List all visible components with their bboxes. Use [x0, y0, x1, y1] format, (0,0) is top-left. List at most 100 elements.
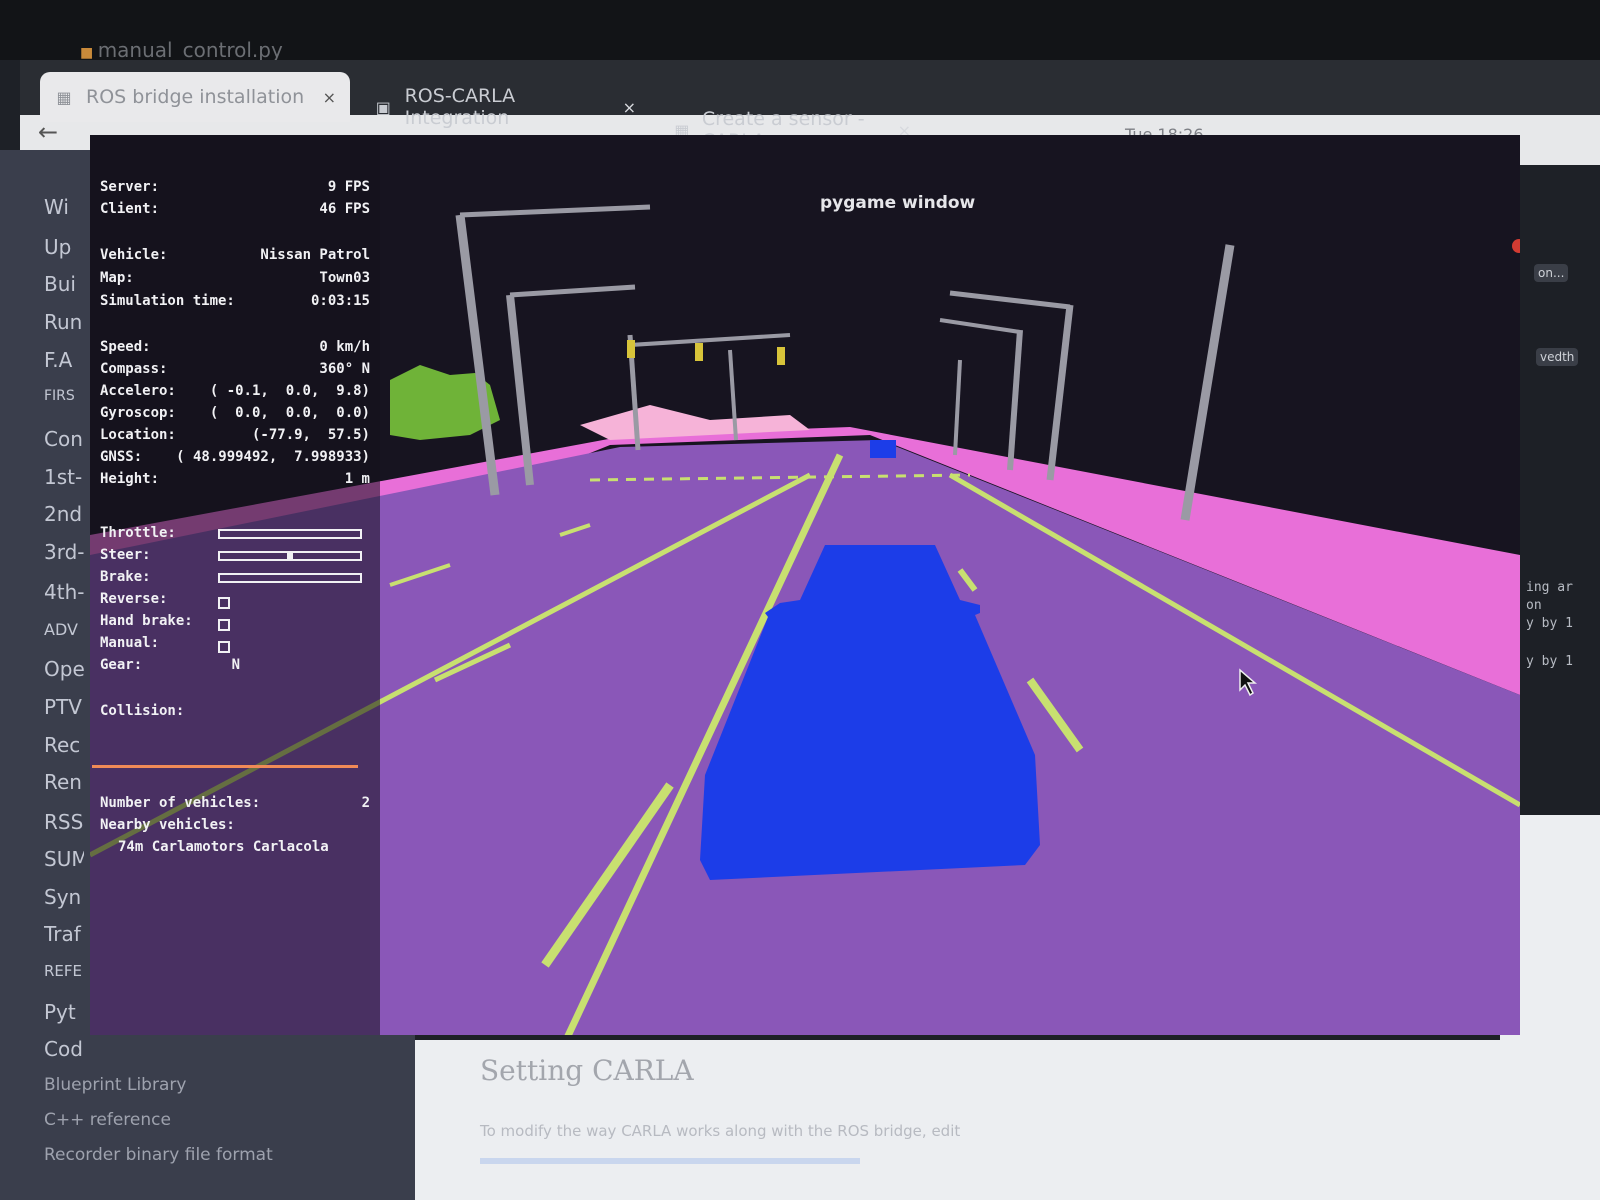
hud-gnss: GNSS: ( 48.999492, 7.998933): [100, 449, 370, 465]
hud-label: Compass:: [100, 361, 168, 377]
hud-label: Gyroscop:: [100, 405, 176, 421]
hud-label: Map:: [100, 270, 134, 286]
far-vehicle: [870, 440, 896, 458]
page-icon: ▦: [56, 87, 72, 107]
sidebar-item[interactable]: Run: [44, 310, 84, 334]
sidebar-item[interactable]: Syn: [44, 885, 84, 909]
terminal-tab[interactable]: vedth: [1536, 348, 1579, 366]
sidebar-item[interactable]: 3rd-: [44, 540, 84, 564]
hud-value: ( -0.1, 0.0, 9.8): [209, 383, 370, 399]
terminal-tab[interactable]: on...: [1534, 264, 1569, 282]
hud-value: Nissan Patrol: [260, 247, 370, 263]
hud-server: Server: 9 FPS: [100, 179, 370, 195]
hud-label: Number of vehicles:: [100, 795, 261, 811]
terminal-line: ing ar: [1526, 580, 1573, 595]
hud-value: 9 FPS: [327, 179, 370, 195]
sidebar-item[interactable]: REFE: [44, 962, 84, 980]
sidebar-item[interactable]: 4th-: [44, 580, 84, 604]
sidebar-item[interactable]: 1st-: [44, 465, 84, 489]
brake-bar: [218, 573, 362, 583]
hud-label: Manual:: [100, 635, 160, 651]
close-tab-icon[interactable]: ×: [623, 98, 636, 117]
hud-value: 1 m: [344, 471, 370, 487]
close-tab-icon[interactable]: ×: [323, 88, 336, 107]
hud-vehicle: Vehicle: Nissan Patrol: [100, 247, 370, 263]
hud-nearby-vehicle-item: 74m Carlamotors Carlacola: [100, 839, 388, 855]
close-window-icon[interactable]: [1512, 239, 1520, 253]
sidebar-item[interactable]: FIRS: [44, 388, 84, 404]
hud-height: Height: 1 m: [100, 471, 370, 487]
sidebar-item[interactable]: Con: [44, 427, 84, 451]
hud-label: Client:: [100, 201, 160, 217]
hud-value: 360° N: [319, 361, 370, 377]
hud-panel: Server: 9 FPS Client: 46 FPS Vehicle: Ni…: [90, 135, 380, 1035]
sidebar-item[interactable]: Rec: [44, 733, 84, 757]
sidebar-item[interactable]: ADV: [44, 620, 84, 639]
hud-value: N: [231, 657, 240, 673]
hud-label: GNSS:: [100, 449, 143, 465]
back-arrow-icon[interactable]: ←: [38, 118, 58, 146]
hud-label: Hand brake:: [100, 613, 193, 629]
hud-label: Steer:: [100, 547, 151, 563]
terminal-line: y by 1: [1526, 654, 1573, 669]
sidebar-item[interactable]: Ope: [44, 657, 84, 681]
terminal-panel: on... vedth ing ar on y by 1 y by 1: [1520, 240, 1600, 820]
hud-gyroscope: Gyroscop: ( 0.0, 0.0, 0.0): [100, 405, 370, 421]
hud-value: 46 FPS: [319, 201, 370, 217]
sidebar-item[interactable]: Ren: [44, 770, 84, 794]
editor-top-bar: manual_control.py: [0, 0, 1600, 62]
sidebar-item[interactable]: Bui: [44, 272, 84, 296]
sidebar-item[interactable]: RSS: [44, 810, 84, 834]
section-paragraph: To modify the way CARLA works along with…: [480, 1122, 961, 1140]
editor-file-tab[interactable]: manual_control.py: [80, 38, 283, 62]
hud-label: Gear:: [100, 657, 143, 673]
hud-number-of-vehicles: Number of vehicles: 2: [100, 795, 370, 811]
hud-client: Client: 46 FPS: [100, 201, 370, 217]
hud-accelerometer: Accelero: ( -0.1, 0.0, 9.8): [100, 383, 370, 399]
reverse-checkbox: [218, 597, 230, 609]
sidebar-item[interactable]: 2nd: [44, 502, 84, 526]
sidebar-item[interactable]: Traf: [44, 922, 84, 946]
pygame-window[interactable]: pygame window Server: 9 FPS Client: 46 F…: [90, 135, 1520, 1035]
sidebar-item[interactable]: F.A: [44, 348, 84, 372]
hud-location: Location: (-77.9, 57.5): [100, 427, 370, 443]
sidebar-item[interactable]: Blueprint Library: [44, 1075, 374, 1095]
hud-collision: Collision:: [100, 703, 370, 719]
tab-ros-carla-integration[interactable]: ▣ ROS-CARLA Integration ×: [360, 82, 650, 132]
traffic-light: [777, 347, 785, 365]
hud-label: Brake:: [100, 569, 151, 585]
sidebar-item[interactable]: C++ reference: [44, 1110, 374, 1130]
hud-compass: Compass: 360° N: [100, 361, 370, 377]
hud-label: Server:: [100, 179, 160, 195]
traffic-light: [627, 340, 635, 358]
hud-value: 2: [361, 795, 370, 811]
hud-label: Height:: [100, 471, 160, 487]
hud-label: Location:: [100, 427, 176, 443]
window-title: pygame window: [820, 193, 976, 213]
sidebar-item[interactable]: SUM: [44, 847, 84, 871]
blurred-link[interactable]: [480, 1158, 860, 1164]
steer-indicator: [287, 553, 293, 559]
hud-hand-brake: Hand brake:: [100, 613, 370, 629]
hud-label: Accelero:: [100, 383, 176, 399]
hud-label: Speed:: [100, 339, 151, 355]
tab-ros-bridge-installation[interactable]: ▦ ROS bridge installation ×: [40, 72, 350, 122]
terminal-line: on: [1526, 598, 1542, 613]
sidebar-item[interactable]: Wi: [44, 195, 84, 219]
throttle-bar: [218, 529, 362, 539]
collision-history-line: [92, 765, 358, 768]
sidebar-item[interactable]: PTV: [44, 695, 84, 719]
hud-value: 74m Carlamotors Carlacola: [118, 839, 329, 855]
hud-label: Simulation time:: [100, 293, 235, 309]
sidebar-item[interactable]: Pyt: [44, 1000, 84, 1024]
terminal-line: y by 1: [1526, 616, 1573, 631]
hud-manual: Manual:: [100, 635, 370, 651]
hud-value: 0 km/h: [319, 339, 370, 355]
sidebar-item[interactable]: Recorder binary file format: [44, 1145, 374, 1165]
tab-title: ROS-CARLA Integration: [404, 85, 516, 129]
hud-simulation-time: Simulation time: 0:03:15: [100, 293, 370, 309]
sidebar-item[interactable]: Cod: [44, 1037, 84, 1061]
hud-value: Town03: [319, 270, 370, 286]
hud-nearby-vehicles: Nearby vehicles:: [100, 817, 370, 833]
sidebar-item[interactable]: Up: [44, 235, 84, 259]
